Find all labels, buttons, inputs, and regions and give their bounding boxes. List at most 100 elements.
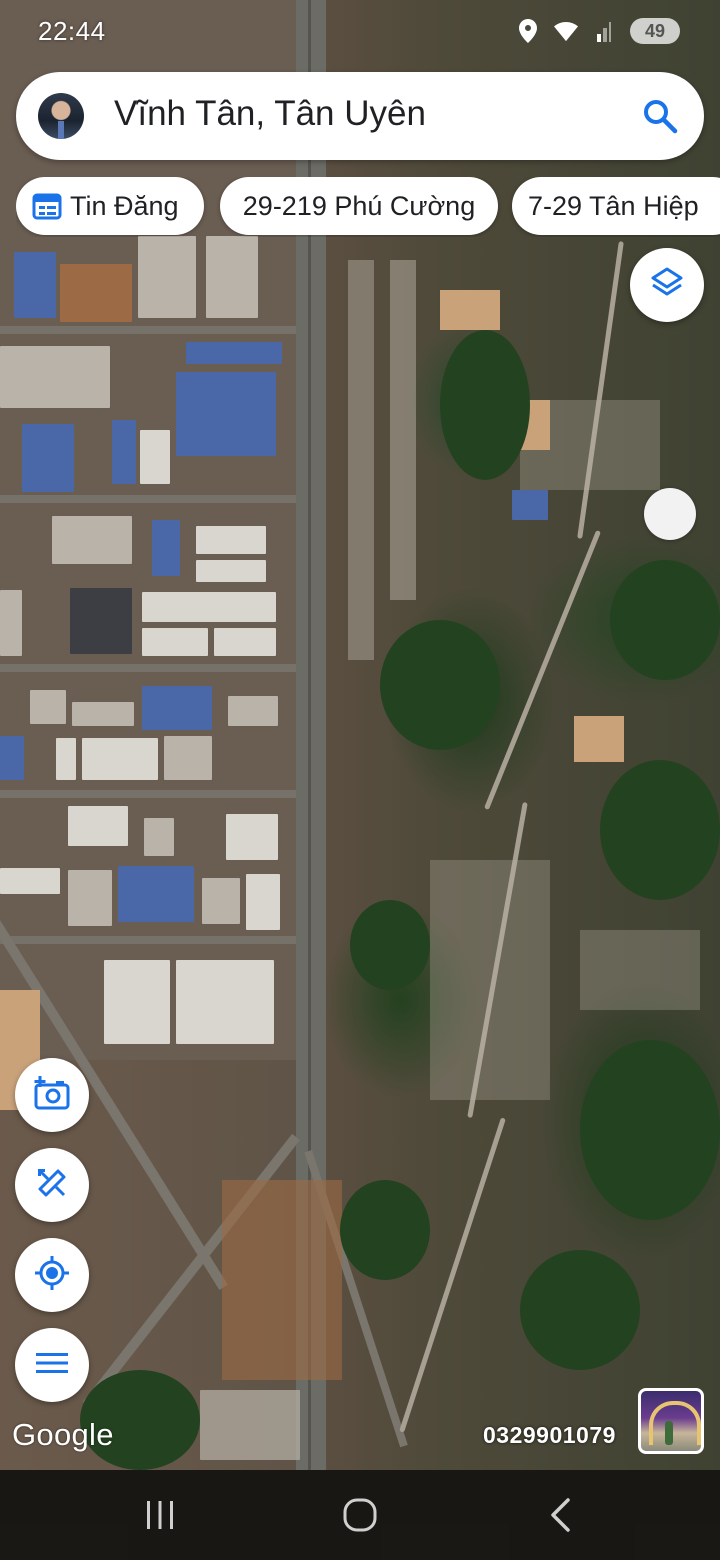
building: [0, 346, 110, 408]
home-icon[interactable]: [330, 1492, 390, 1538]
chip-label: 7-29 Tân Hiệp: [528, 190, 699, 221]
battery-icon: 49: [630, 18, 680, 44]
building: [228, 696, 278, 726]
google-logo: Google: [12, 1417, 114, 1452]
chip-tan-hiep[interactable]: 7-29 Tân Hiệp: [512, 177, 720, 235]
my-location-button[interactable]: [15, 1238, 89, 1312]
bare-land: [222, 1180, 342, 1380]
building: [56, 738, 76, 780]
building: [142, 592, 276, 622]
layers-icon: [649, 265, 685, 306]
calendar-list-icon: [32, 191, 62, 221]
building: [176, 960, 274, 1044]
phone-watermark: 0329901079: [483, 1422, 616, 1448]
bare-land: [440, 290, 500, 330]
road: [0, 326, 300, 334]
building: [226, 814, 278, 860]
building: [512, 490, 548, 520]
soil-plot: [60, 264, 132, 322]
signal-icon: [592, 18, 616, 44]
bare-land: [574, 716, 624, 762]
building: [22, 424, 74, 492]
wifi-icon: [554, 18, 578, 44]
recent-apps-icon[interactable]: [130, 1492, 190, 1538]
menu-button[interactable]: [15, 1328, 89, 1402]
building: [164, 736, 212, 780]
road: [0, 936, 300, 944]
thumbnail-gate: [649, 1401, 701, 1445]
system-nav-bar: [0, 1470, 720, 1560]
building: [202, 878, 240, 924]
building: [176, 372, 276, 456]
trees: [440, 330, 530, 480]
trees: [600, 760, 720, 900]
chip-tin-dang[interactable]: Tin Đăng: [16, 177, 204, 235]
village-road: [399, 1117, 506, 1433]
houses: [200, 1390, 300, 1460]
road: [0, 664, 300, 672]
status-time: 22:44: [38, 16, 106, 46]
building: [14, 252, 56, 318]
building: [52, 516, 132, 564]
building: [142, 686, 212, 730]
building: [68, 806, 128, 846]
building: [68, 870, 112, 926]
add-photo-icon: [32, 1075, 72, 1116]
building: [246, 874, 280, 930]
avatar[interactable]: [38, 93, 84, 139]
building: [70, 588, 132, 654]
trees: [340, 1180, 430, 1280]
building: [214, 628, 276, 656]
chip-row: Tin Đăng 29-219 Phú Cường 7-29 Tân Hiệp: [16, 177, 720, 237]
search-icon[interactable]: [638, 94, 682, 138]
houses: [390, 260, 416, 600]
building: [118, 866, 194, 922]
building: [142, 628, 208, 656]
building: [196, 526, 266, 554]
houses: [348, 260, 374, 660]
measure-tools-icon: [34, 1165, 70, 1206]
building: [186, 342, 282, 364]
trees: [520, 1250, 640, 1370]
add-photo-button[interactable]: [15, 1058, 89, 1132]
houses: [580, 930, 700, 1010]
avatar-tie: [58, 121, 64, 139]
status-icons: 49: [516, 18, 680, 44]
thumbnail-person: [665, 1421, 673, 1445]
chip-label: Tin Đăng: [70, 190, 179, 221]
building: [0, 590, 22, 656]
measure-tools-button[interactable]: [15, 1148, 89, 1222]
building: [112, 420, 136, 484]
building: [0, 736, 24, 780]
village-road: [577, 241, 624, 539]
location-photo-thumbnail[interactable]: [638, 1388, 704, 1454]
side-handle-button[interactable]: [644, 488, 696, 540]
building: [152, 520, 180, 576]
trees: [350, 900, 430, 990]
my-location-icon: [33, 1254, 71, 1297]
building: [104, 960, 170, 1044]
menu-icon: [35, 1350, 69, 1381]
chip-phu-cuong[interactable]: 29-219 Phú Cường: [220, 177, 498, 235]
location-icon: [516, 18, 540, 44]
layers-button[interactable]: [630, 248, 704, 322]
building: [144, 818, 174, 856]
building: [206, 236, 258, 318]
building: [72, 702, 134, 726]
chip-label: 29-219 Phú Cường: [242, 190, 476, 221]
road: [0, 790, 300, 798]
road: [0, 495, 300, 503]
trees: [580, 1040, 720, 1220]
status-bar: 22:44 49: [0, 0, 720, 64]
trees: [610, 560, 720, 680]
village-road: [483, 529, 602, 811]
building: [140, 430, 170, 484]
building: [30, 690, 66, 724]
trees: [380, 620, 500, 750]
search-input[interactable]: Vĩnh Tân, Tân Uyên: [114, 94, 426, 134]
building: [0, 868, 60, 894]
building: [196, 560, 266, 582]
building: [138, 236, 196, 318]
search-bar[interactable]: Vĩnh Tân, Tân Uyên: [16, 72, 704, 160]
back-icon[interactable]: [530, 1492, 590, 1538]
